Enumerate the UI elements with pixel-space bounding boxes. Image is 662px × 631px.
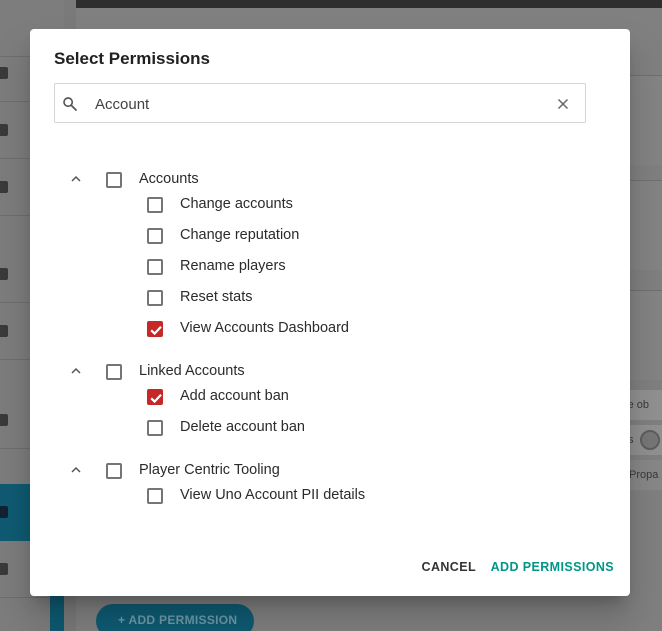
group-label: Accounts <box>139 171 199 187</box>
chip-remove-icon <box>640 430 660 450</box>
permission-checkbox[interactable] <box>147 197 163 213</box>
permission-label: View Accounts Dashboard <box>180 320 350 336</box>
permission-label: Change accounts <box>180 196 293 212</box>
permission-tree: Accounts Change accounts Change reputation… <box>30 160 630 519</box>
chevron-up-icon[interactable] <box>68 363 84 379</box>
permission-item-row: Reset stats <box>30 289 630 321</box>
permission-item-row: Add account ban <box>30 388 630 420</box>
permission-label: View Uno Account PII details <box>180 487 366 503</box>
add-permissions-button[interactable]: ADD PERMISSIONS <box>491 560 614 574</box>
permission-group-row: Accounts <box>30 160 630 197</box>
trash-icon <box>0 67 8 79</box>
group-label: Linked Accounts <box>139 363 245 379</box>
chevron-up-icon[interactable] <box>68 171 84 187</box>
search-icon <box>63 97 77 111</box>
permission-checkbox[interactable] <box>147 228 163 244</box>
search-input[interactable] <box>95 92 535 116</box>
cancel-button[interactable]: CANCEL <box>422 560 476 574</box>
permission-checkbox[interactable] <box>147 389 163 405</box>
trash-icon <box>0 414 8 426</box>
group-label: Player Centric Tooling <box>139 462 280 478</box>
select-permissions-dialog: Select Permissions Accounts Change accoun… <box>30 29 630 596</box>
dialog-title: Select Permissions <box>54 49 210 68</box>
group-checkbox[interactable] <box>106 364 122 380</box>
trash-icon <box>0 506 8 518</box>
trash-icon <box>0 124 8 136</box>
permission-checkbox[interactable] <box>147 259 163 275</box>
trash-icon <box>0 181 8 193</box>
permission-item-row: Change reputation <box>30 227 630 259</box>
permission-item-row: Delete account ban <box>30 419 630 451</box>
permission-label: Rename players <box>180 258 286 274</box>
permission-label: Reset stats <box>180 289 253 305</box>
permission-group-row: Linked Accounts <box>30 352 630 389</box>
permission-checkbox[interactable] <box>147 488 163 504</box>
permission-label: Delete account ban <box>180 419 305 435</box>
group-checkbox[interactable] <box>106 463 122 479</box>
close-icon[interactable] <box>554 95 572 113</box>
background-add-permission-button: + ADD PERMISSION <box>96 604 254 631</box>
chevron-up-icon[interactable] <box>68 462 84 478</box>
permission-label: Change reputation <box>180 227 300 243</box>
permission-item-row: Rename players <box>30 258 630 290</box>
permission-checkbox[interactable] <box>147 420 163 436</box>
permission-item-row: View Uno Account PII details <box>30 487 630 519</box>
dialog-actions: CANCEL ADD PERMISSIONS <box>414 560 614 580</box>
permission-item-row: Change accounts <box>30 196 630 228</box>
permission-label: Add account ban <box>180 388 289 404</box>
permission-checkbox[interactable] <box>147 321 163 337</box>
permission-item-row: View Accounts Dashboard <box>30 320 630 352</box>
trash-icon <box>0 325 8 337</box>
search-box <box>54 83 586 123</box>
group-checkbox[interactable] <box>106 172 122 188</box>
trash-icon <box>0 563 8 575</box>
permission-checkbox[interactable] <box>147 290 163 306</box>
permission-group-row: Player Centric Tooling <box>30 451 630 488</box>
background-topbar <box>76 0 662 8</box>
trash-icon <box>0 268 8 280</box>
